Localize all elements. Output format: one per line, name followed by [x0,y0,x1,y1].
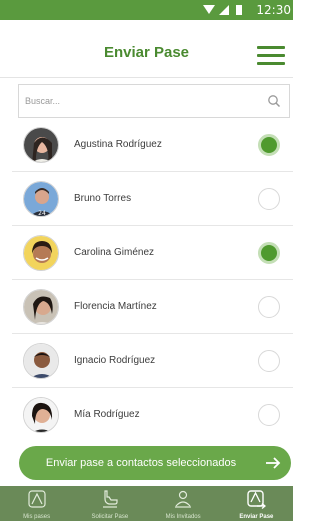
page-title: Enviar Pase [103,44,190,61]
avatar [23,127,59,163]
search-box [18,84,290,118]
request-hand-icon [102,490,118,508]
search-input[interactable] [25,93,255,109]
arrow-right-icon [266,457,281,469]
menu-icon [257,46,285,49]
battery-icon [236,5,242,15]
contact-row[interactable]: Carolina Giménez [12,226,293,280]
nav-item-enviar-pase[interactable]: Enviar Pase [220,486,293,521]
contact-row[interactable]: 24 Bruno Torres [12,172,293,226]
signal-icon [219,5,229,15]
nav-label: Mis pases [23,514,51,520]
select-checkbox[interactable] [258,188,280,210]
contact-name: Carolina Giménez [74,247,155,258]
status-icons [203,5,242,15]
guests-icon [175,490,192,508]
nav-item-solicitar-pase[interactable]: Solicitar Pase [73,486,146,521]
status-bar: 12:30 [0,0,293,20]
send-pass-button[interactable]: Enviar pase a contactos seleccionados [19,446,291,480]
select-checkbox[interactable] [258,242,280,264]
avatar: 24 [23,181,59,217]
contact-name: Bruno Torres [74,193,132,204]
select-checkbox[interactable] [258,404,280,426]
nav-label: Enviar Pase [239,514,274,520]
contact-name: Florencia Martínez [74,301,157,312]
avatar [23,397,59,433]
nav-label: Solicitar Pase [91,514,129,520]
menu-button[interactable] [257,44,287,66]
send-pass-icon [247,490,267,509]
contact-name: Mía Rodríguez [74,409,140,420]
avatar [23,289,59,325]
contact-name: Ignacio Rodríguez [74,355,156,366]
nav-label: Mis Invitados [165,514,201,520]
contact-row[interactable]: Florencia Martínez [12,280,293,334]
avatar [23,343,59,379]
search-icon[interactable] [267,94,281,108]
nav-item-mis-pases[interactable]: Mis pases [0,486,73,521]
contact-row[interactable]: Agustina Rodríguez [12,118,293,172]
app-bar: Enviar Pase [0,20,293,78]
nav-item-mis-invitados[interactable]: Mis Invitados [147,486,220,521]
contact-row[interactable]: Ignacio Rodríguez [12,334,293,388]
bottom-nav: Mis pases Solicitar Pase Mis Invitados E… [0,486,293,521]
wifi-icon [203,5,215,14]
contact-name: Agustina Rodríguez [74,139,162,150]
svg-text:24: 24 [38,210,46,217]
select-checkbox[interactable] [258,134,280,156]
pass-icon [28,490,46,508]
select-checkbox[interactable] [258,296,280,318]
avatar [23,235,59,271]
status-time: 12:30 [256,3,291,17]
contact-list: Agustina Rodríguez 24 Bruno Torres Carol… [12,118,293,442]
contact-row[interactable]: Mía Rodríguez [12,388,293,442]
select-checkbox[interactable] [258,350,280,372]
send-button-label: Enviar pase a contactos seleccionados [45,457,237,469]
